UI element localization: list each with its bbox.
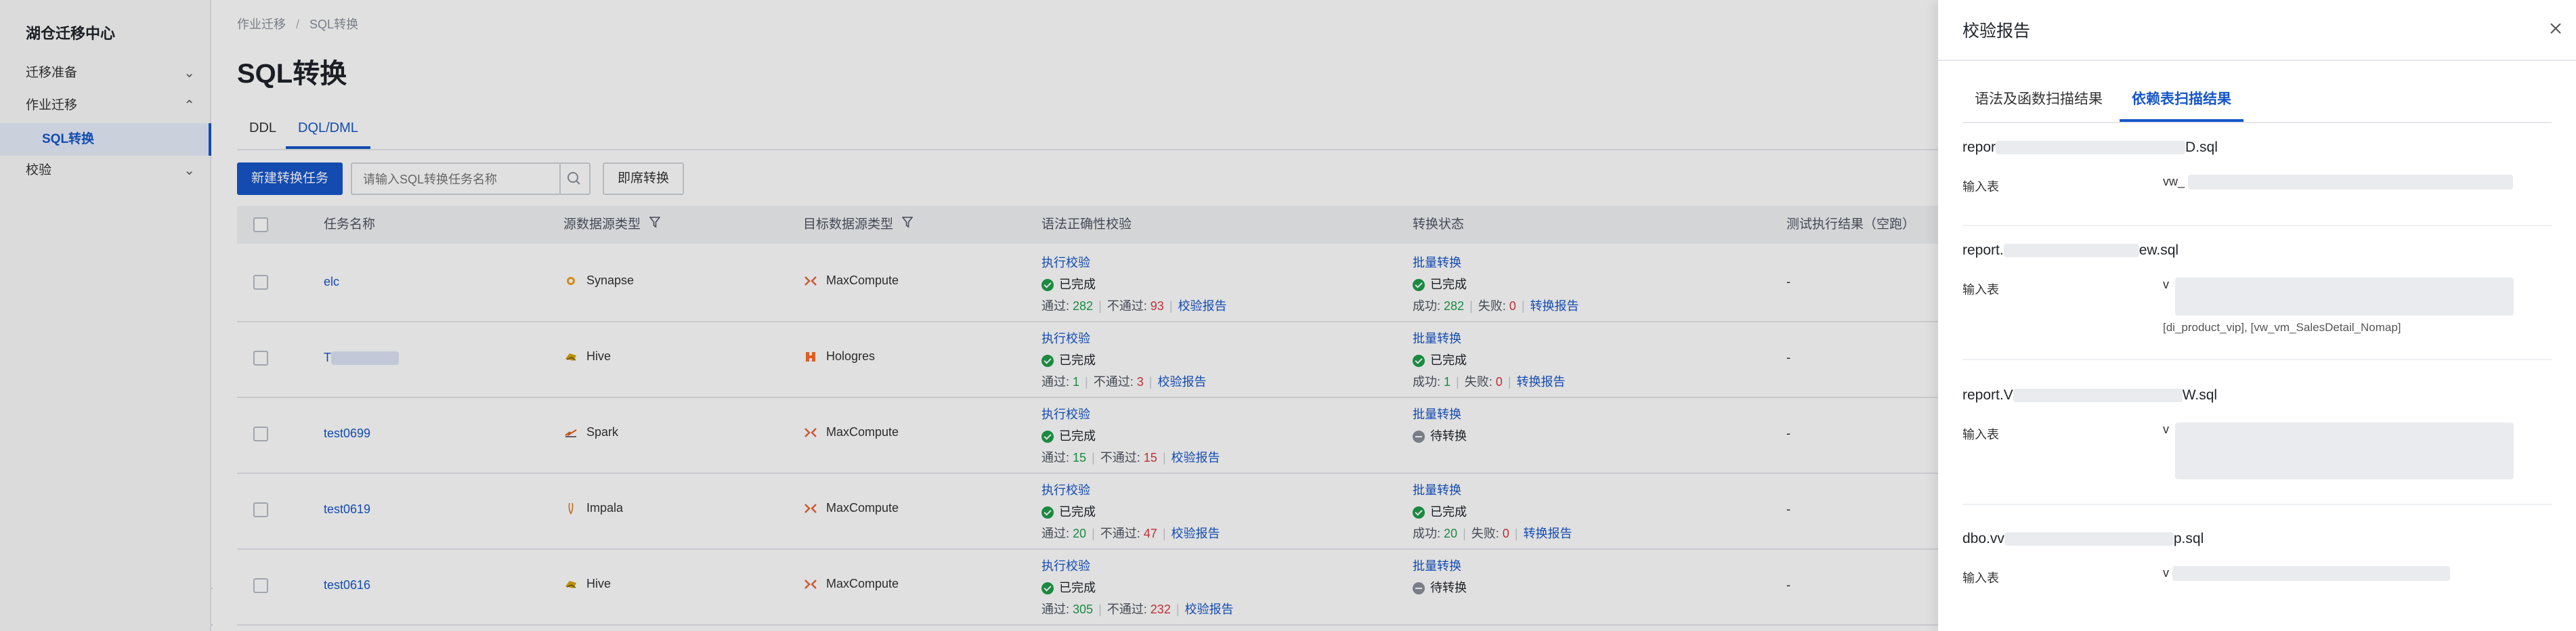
divider	[1962, 504, 2552, 505]
input-table-value: v	[2163, 422, 2514, 479]
file-name-suffix: W.sql	[2182, 387, 2218, 403]
report-drawer: 校验报告 语法及函数扫描结果 依赖表扫描结果 repor D.sql 输入表 vw…	[1938, 0, 2576, 631]
value-prefix: v	[2163, 278, 2169, 291]
input-table-line: [di_product_vip], [vw_vm_SalesDetail_Nom…	[2163, 321, 2401, 334]
report-file-name[interactable]: dbo.vv p.sql	[1962, 531, 2552, 551]
divider	[1938, 60, 2576, 61]
file-name-prefix: dbo.vv	[1962, 531, 2004, 546]
input-table-label: 输入表	[1962, 428, 1999, 441]
value-prefix: vw_	[2163, 175, 2185, 188]
redacted-block	[2175, 422, 2514, 479]
drawer-title: 校验报告	[1962, 22, 2031, 41]
value-prefix: v	[2163, 566, 2169, 580]
input-table-value: vw_	[2163, 175, 2514, 190]
redacted-block	[2188, 175, 2514, 190]
input-table-label: 输入表	[1962, 180, 1999, 194]
tab-syntax-scan[interactable]: 语法及函数扫描结果	[1962, 79, 2115, 122]
drawer-tab-bar: 语法及函数扫描结果 依赖表扫描结果	[1962, 79, 2552, 123]
redacted-block	[1996, 141, 2186, 155]
report-file-name[interactable]: repor D.sql	[1962, 139, 2552, 160]
modal-overlay[interactable]	[0, 0, 1938, 631]
file-name-suffix: D.sql	[2185, 139, 2218, 155]
file-name-prefix: repor	[1962, 139, 1996, 155]
divider	[1962, 225, 2552, 226]
value-prefix: v	[2163, 422, 2169, 436]
redacted-block	[2172, 566, 2451, 582]
report-file-name[interactable]: report. ew.sql	[1962, 242, 2552, 263]
file-name-suffix: ew.sql	[2139, 242, 2179, 258]
file-name-suffix: p.sql	[2173, 531, 2204, 546]
report-item: report. ew.sql 输入表 v [di_product_vip], [v…	[1962, 242, 2552, 385]
input-table-label: 输入表	[1962, 283, 1999, 297]
redacted-block	[2003, 244, 2139, 258]
redacted-block	[2013, 389, 2183, 403]
report-file-name[interactable]: report.V W.sql	[1962, 387, 2552, 408]
input-table-label: 输入表	[1962, 571, 1999, 585]
close-icon[interactable]	[2548, 20, 2564, 37]
file-name-prefix: report.	[1962, 242, 2004, 258]
divider	[1962, 359, 2552, 360]
redacted-block	[2004, 532, 2174, 546]
file-name-prefix: report.V	[1962, 387, 2013, 403]
report-item: dbo.vv p.sql 输入表 v	[1962, 531, 2552, 626]
redacted-block	[2175, 278, 2514, 316]
input-table-value: v [di_product_vip], [vw_vm_SalesDetail_N…	[2163, 278, 2514, 334]
tab-dependency-scan[interactable]: 依赖表扫描结果	[2120, 79, 2244, 122]
input-table-value: v	[2163, 566, 2451, 582]
report-item: report.V W.sql 输入表 v	[1962, 387, 2552, 523]
